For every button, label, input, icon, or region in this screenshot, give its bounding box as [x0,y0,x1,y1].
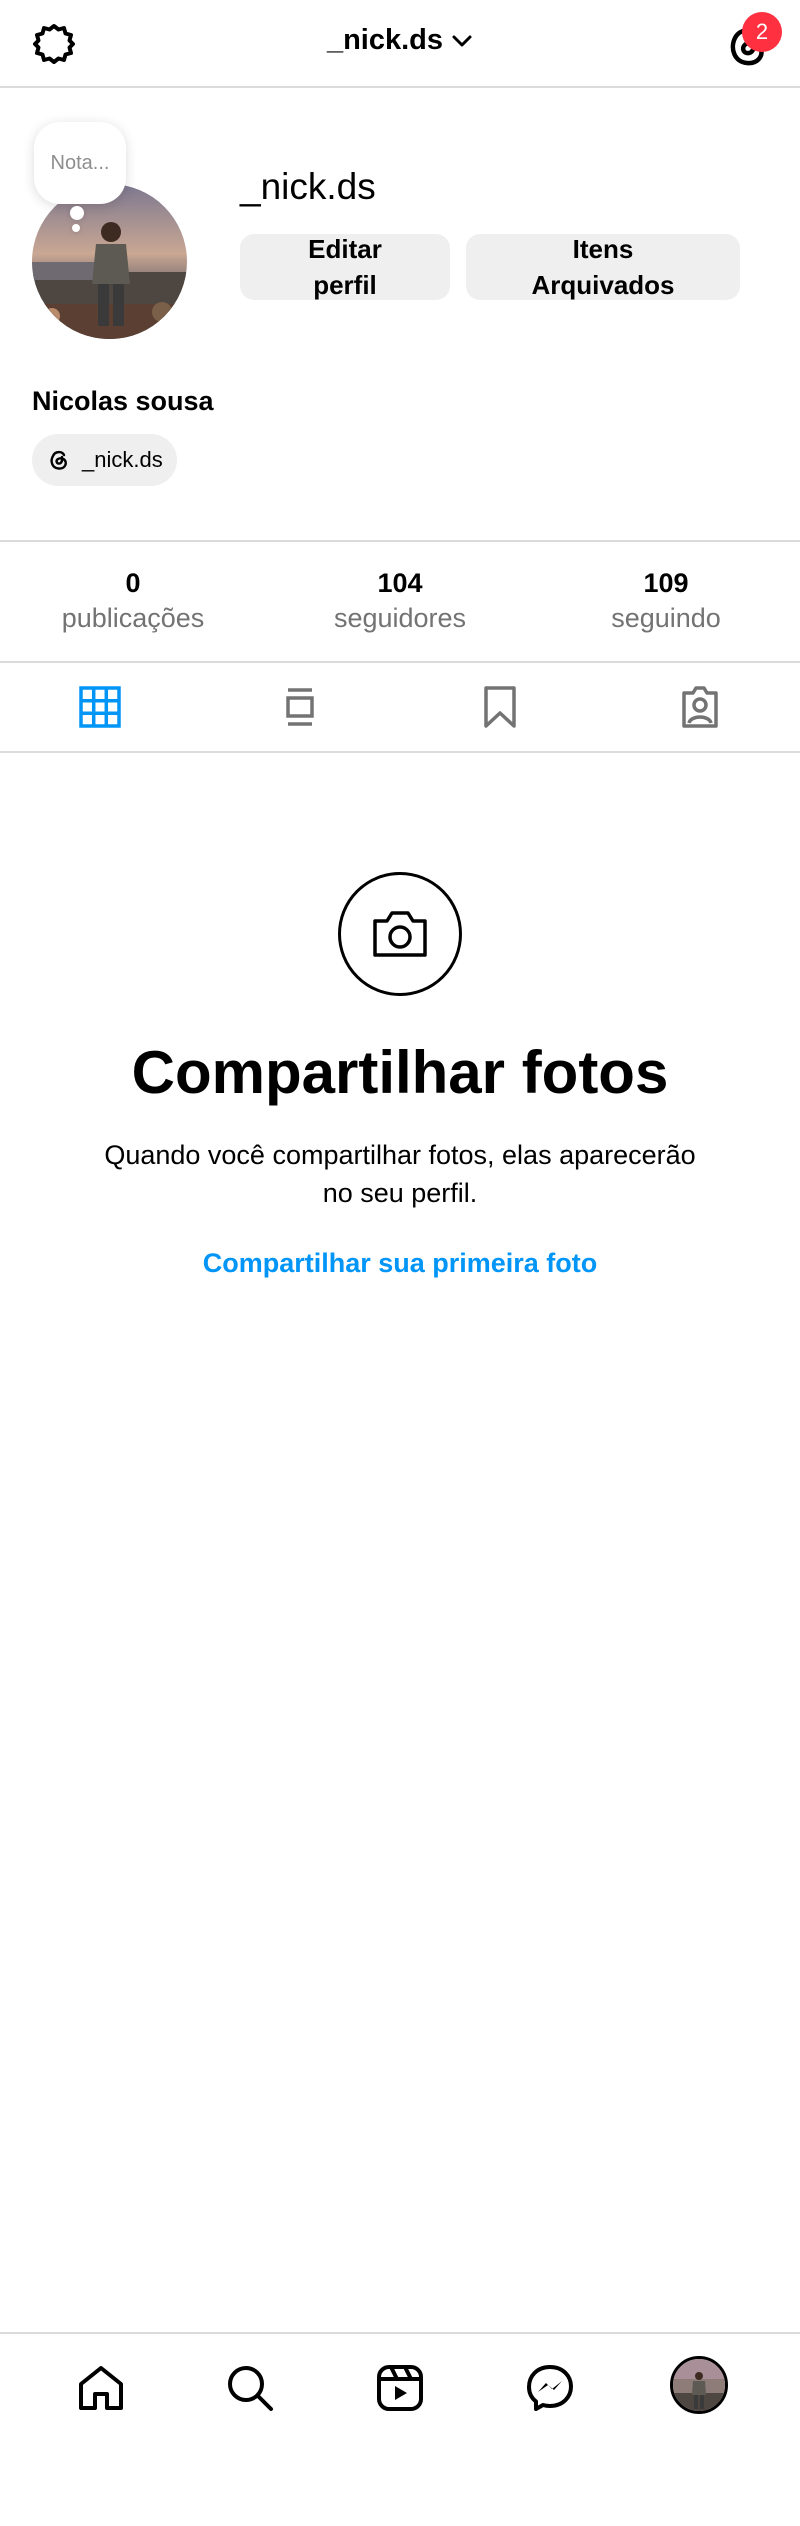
stat-following[interactable]: 109 seguindo [556,568,776,634]
chevron-down-icon [452,35,472,46]
grid-icon[interactable] [76,683,124,731]
notification-badge: 2 [742,12,782,52]
archived-items-button[interactable]: Itens Arquivados [466,234,740,300]
empty-state-description: Quando você compartilhar fotos, elas apa… [104,1140,696,1208]
bottom-nav [0,2332,800,2442]
stat-label: seguidores [333,603,467,633]
threads-profile-link[interactable]: _nick.ds [32,434,177,486]
messenger-icon[interactable] [524,2362,576,2414]
avatar[interactable] [670,2356,728,2414]
stat-count: 109 [643,568,689,598]
stat-followers[interactable]: 104 seguidores [290,568,510,634]
camera-icon-circle [338,872,462,996]
threads-handle: _nick.ds [82,447,163,472]
stat-label: publicações [61,603,205,633]
tagged-icon[interactable] [676,683,724,731]
camera-icon [373,911,427,957]
home-icon[interactable] [75,2362,127,2414]
archived-items-label: Itens Arquivados [531,234,675,300]
stat-label: seguindo [611,603,721,633]
stat-count: 0 [125,568,141,598]
edit-profile-label: Editar perfil [308,234,382,300]
empty-state-title: Compartilhar fotos [131,1039,669,1106]
profile-tabs [0,663,800,753]
note-bubble-tail-small [72,224,80,232]
stat-posts: 0 publicações [23,568,243,634]
header-username: _nick.ds [326,24,444,56]
top-bar: _nick.ds 2 [0,0,800,88]
note-bubble-tail [70,206,84,220]
profile-stats: 0 publicações 104 seguidores 109 seguind… [0,540,800,663]
feed-icon[interactable] [276,683,324,731]
share-first-photo-link[interactable]: Compartilhar sua primeira foto [0,1248,800,1279]
bookmark-icon[interactable] [476,683,524,731]
stat-count: 104 [377,568,423,598]
search-icon[interactable] [224,2362,276,2414]
reels-icon[interactable] [374,2362,426,2414]
profile-full-name: Nicolas sousa [32,386,214,416]
note-bubble[interactable]: Nota... [34,122,126,204]
edit-profile-button[interactable]: Editar perfil [240,234,450,300]
account-switcher[interactable]: _nick.ds [0,24,800,57]
profile-username: _nick.ds [240,166,376,207]
profile-avatar[interactable] [32,184,187,339]
threads-icon [50,450,67,470]
